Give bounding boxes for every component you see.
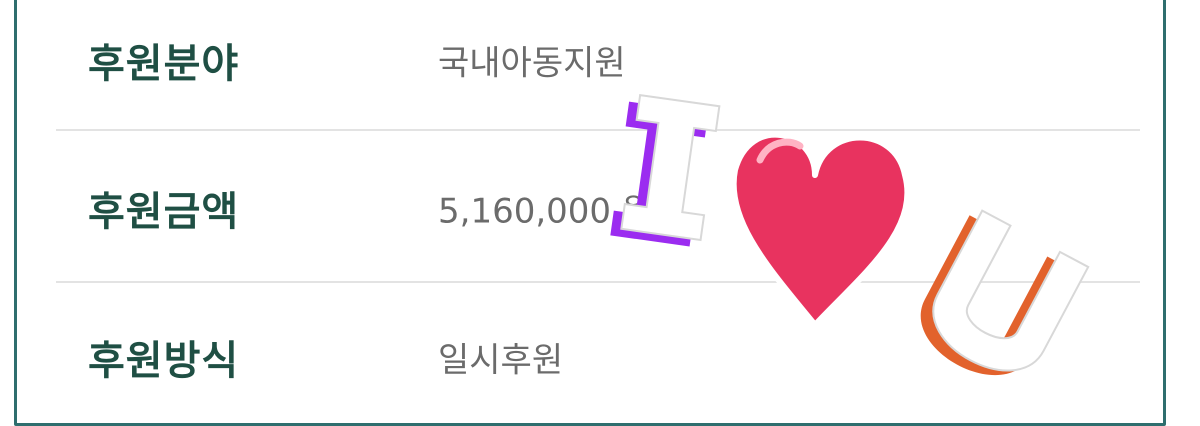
- support-field-label: 후원분야: [88, 41, 240, 87]
- support-method-label: 후원방식: [88, 338, 240, 384]
- row-support-field: 후원분야 국내아동지원: [56, 0, 1140, 120]
- support-amount-label: 후원금액: [88, 189, 240, 235]
- row-support-method: 후원방식 일시후원: [56, 297, 1140, 417]
- support-field-value: 국내아동지원: [438, 43, 626, 84]
- row-divider: [56, 281, 1140, 283]
- support-amount-value: 5,160,000 원: [438, 191, 654, 232]
- support-method-value: 일시후원: [438, 340, 564, 381]
- row-support-amount: 후원금액 5,160,000 원: [56, 148, 1140, 268]
- row-divider: [56, 129, 1140, 131]
